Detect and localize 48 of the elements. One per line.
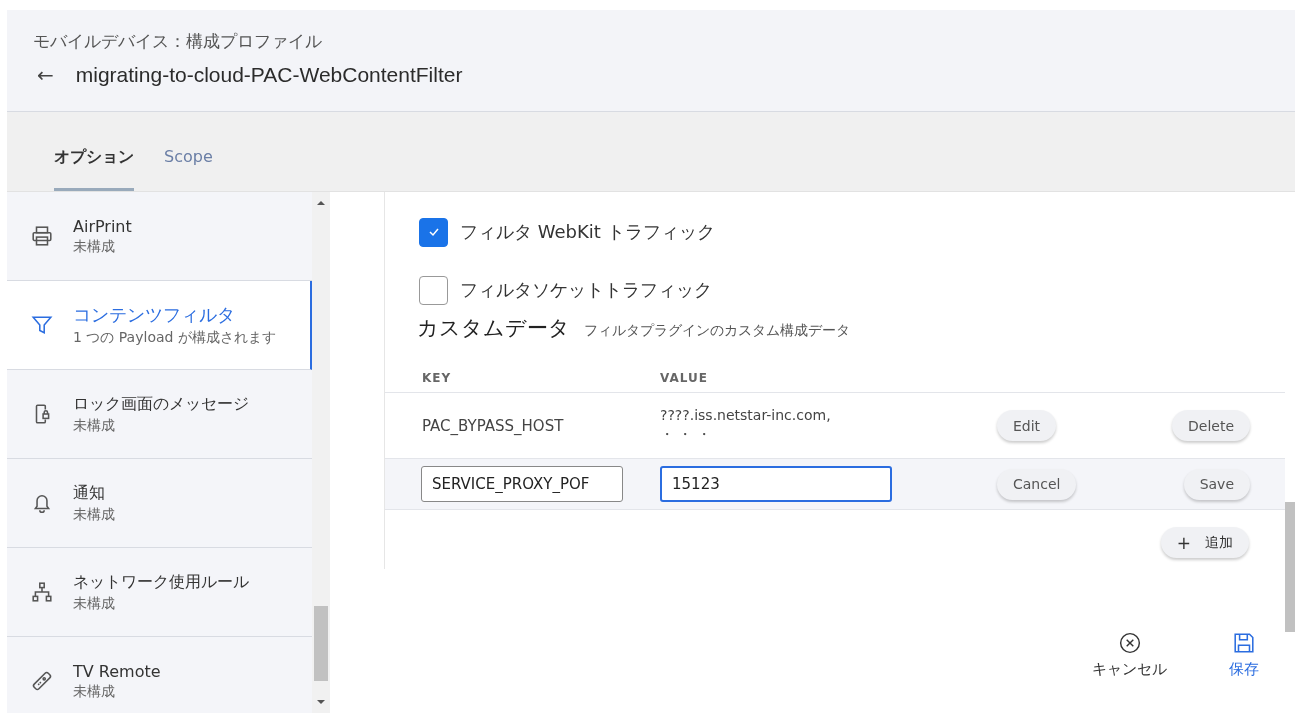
item-name: ロック画面のメッセージ — [73, 393, 249, 415]
add-button[interactable]: + 追加 — [1160, 527, 1249, 558]
network-icon — [31, 581, 53, 603]
row-action-button[interactable]: Cancel — [997, 468, 1077, 500]
cancel-button[interactable]: キャンセル — [1086, 631, 1173, 680]
row-action-button[interactable]: Delete — [1172, 410, 1250, 441]
item-name: ネットワーク使用ルール — [73, 571, 249, 593]
breadcrumb: モバイルデバイス：構成プロファイル — [33, 30, 323, 53]
item-name: 通知 — [73, 482, 106, 504]
checkbox[interactable] — [419, 217, 448, 247]
row-action-button[interactable]: Save — [1183, 468, 1250, 500]
table-cell-text: ????.iss.netstar-inc.com, — [660, 407, 832, 423]
scrollbar[interactable] — [1285, 502, 1295, 632]
checkbox-label: フィルタ WebKit トラフィック — [460, 220, 715, 244]
checkbox[interactable] — [419, 275, 448, 305]
section-title: カスタムデータ — [417, 315, 570, 342]
item-status: 未構成 — [73, 505, 115, 524]
page-title: migrating-to-cloud-PAC-WebContentFilter — [75, 63, 463, 87]
item-name: コンテンツフィルタ — [73, 303, 236, 327]
checkbox-label: フィルタソケットトラフィック — [460, 278, 712, 302]
table-cell-text: PAC_BYPASS_HOST — [421, 416, 565, 435]
scroll-down-icon[interactable] — [316, 699, 326, 705]
item-status: 1 つの Payload が構成されます — [73, 329, 276, 347]
item-status: 未構成 — [73, 594, 116, 613]
scrollbar[interactable] — [312, 192, 330, 713]
section-description: フィルタプラグインのカスタム構成データ — [584, 322, 850, 340]
key-input[interactable]: SERVICE_PROXY_POF — [421, 466, 623, 502]
filter-icon — [31, 314, 53, 336]
item-status: 未構成 — [73, 682, 116, 701]
row-action-button[interactable]: Edit — [997, 410, 1057, 441]
remote-icon — [31, 670, 53, 692]
table-cell-text: ・ ・ ・ — [660, 426, 712, 444]
item-name: AirPrint — [73, 216, 132, 236]
item-status: 未構成 — [73, 237, 116, 256]
tab[interactable]: Scope — [164, 147, 213, 191]
bell-icon — [31, 492, 53, 514]
value-input[interactable]: 15123 — [660, 466, 892, 502]
item-status: 未構成 — [73, 416, 116, 435]
scroll-up-icon[interactable] — [316, 200, 326, 206]
save-button[interactable]: 保存 — [1223, 631, 1265, 680]
column-header: KEY — [421, 371, 453, 385]
sidebar-item[interactable]: コンテンツフィルタ 1 つの Payload が構成されます — [7, 281, 312, 370]
close-icon — [1118, 632, 1141, 654]
column-header: VALUE — [660, 371, 709, 385]
printer-icon — [31, 225, 53, 247]
back-button[interactable]: ← — [33, 63, 58, 87]
item-name: TV Remote — [73, 661, 161, 681]
scroll-thumb[interactable] — [314, 606, 328, 681]
